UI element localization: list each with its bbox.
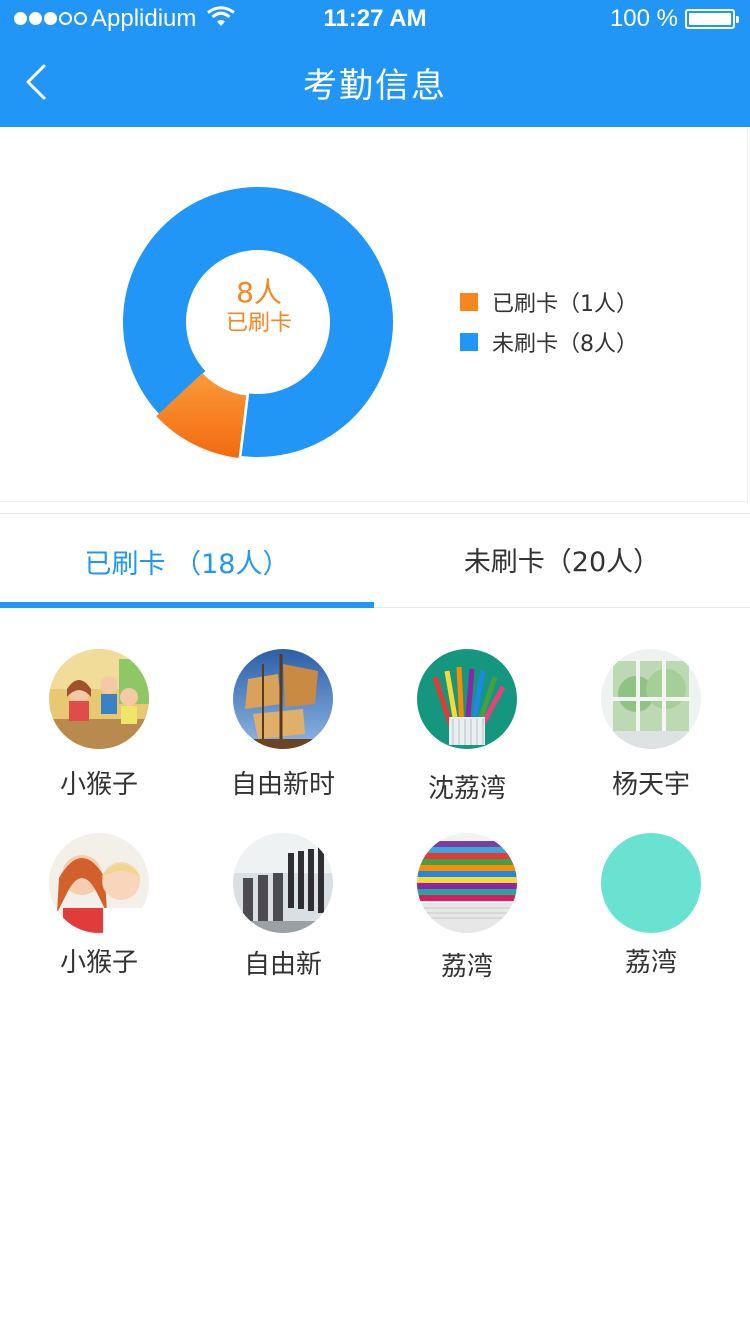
chart-legend: 已刷卡（1人） 未刷卡（8人） (460, 282, 638, 362)
teal-placeholder-avatar (601, 833, 701, 933)
person-item[interactable]: 沈荔湾 (392, 640, 542, 804)
person-name: 荔湾 (624, 948, 677, 978)
battery-percentage: 100 % (609, 5, 678, 32)
app-header: Applidium 11:27 AM 100 % 考勤信息 (0, 0, 750, 127)
person-item[interactable]: 荔湾 (576, 824, 726, 984)
donut-center-label: 8人 已刷卡 (184, 277, 334, 339)
sailing-ship-avatar (233, 649, 333, 749)
smiling-children-avatar (49, 833, 149, 933)
person-item[interactable]: 荔湾 (392, 824, 542, 984)
legend-item-signed: 已刷卡（1人） (460, 282, 638, 322)
battery-icon (685, 9, 739, 29)
person-item[interactable]: 小猴子 (24, 824, 174, 984)
active-tab-indicator (0, 602, 374, 608)
colored-pencils-avatar (417, 649, 517, 749)
person-name: 自由新 (243, 950, 322, 980)
person-name: 杨天宇 (611, 770, 690, 800)
person-name: 沈荔湾 (427, 774, 506, 804)
page-title: 考勤信息 (303, 66, 447, 106)
tab-signed[interactable]: 已刷卡 （18人） (0, 514, 374, 608)
person-name: 小猴子 (59, 770, 138, 800)
window-greenery-avatar (601, 649, 701, 749)
tab-unsigned[interactable]: 未刷卡（20人） (374, 514, 750, 608)
person-item[interactable]: 自由新 (208, 824, 358, 984)
person-name: 小猴子 (59, 948, 138, 978)
center-status: 已刷卡 (225, 311, 292, 336)
center-count: 8人 (236, 276, 282, 309)
stacked-books-avatar (417, 833, 517, 933)
person-name: 荔湾 (440, 952, 493, 982)
person-item[interactable]: 自由新时 (208, 640, 358, 800)
legend-item-unsigned: 未刷卡（8人） (460, 322, 638, 362)
person-item[interactable]: 小猴子 (24, 640, 174, 800)
legend-swatch-signed (460, 293, 478, 311)
status-bar: Applidium 11:27 AM 100 % (0, 0, 750, 40)
person-item[interactable]: 杨天宇 (576, 640, 726, 800)
person-name: 自由新时 (230, 770, 335, 800)
classroom-desks-avatar (233, 833, 333, 933)
attendance-tabs: 已刷卡 （18人） 未刷卡（20人） (0, 513, 750, 608)
attendance-chart-card: 8人 已刷卡 已刷卡（1人） 未刷卡（8人） (0, 127, 748, 502)
legend-label-unsigned: 未刷卡（8人） (492, 332, 638, 357)
legend-label-signed: 已刷卡（1人） (492, 292, 638, 317)
legend-swatch-unsigned (460, 333, 478, 351)
kids-classroom-avatar (49, 649, 149, 749)
